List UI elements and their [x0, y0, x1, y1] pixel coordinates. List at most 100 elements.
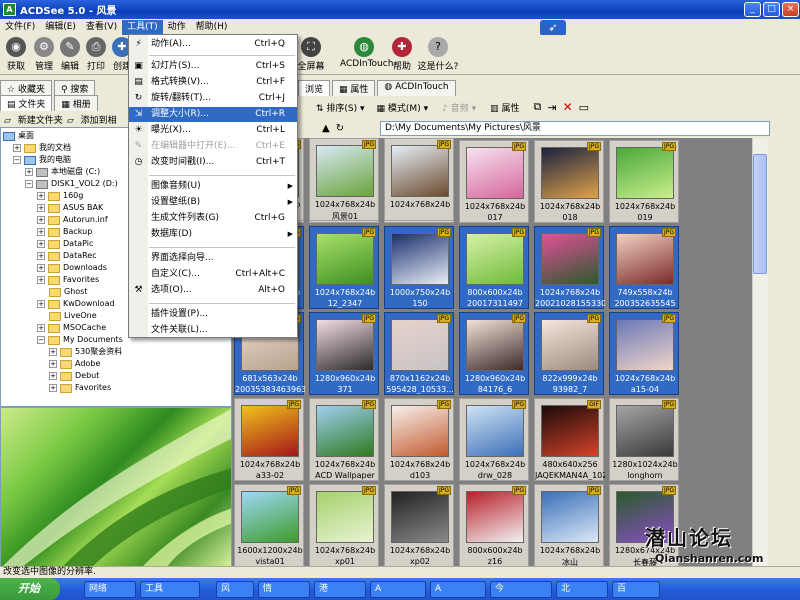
thumbnail-item[interactable]: JPG 1024x768x24b 018: [534, 140, 604, 223]
thumbnail-item[interactable]: GIF 480x640x256 JAQEKMAN4A_102: [534, 398, 605, 481]
thumbnail-item[interactable]: JPG 749x558x24b 200352635545: [609, 226, 679, 309]
thumbnail-item[interactable]: JPG 1024x768x24b xp01: [309, 484, 379, 567]
sort-button[interactable]: ⇅ 排序(S) ▾: [316, 101, 365, 114]
thumbnail-item[interactable]: JPG 1024x768x24b xp02: [384, 484, 454, 567]
scrollbar-thumb[interactable]: [753, 154, 767, 274]
thumbnail-grid[interactable]: JPG1024x768x24b014JPG1024x768x24b015JPG1…: [232, 138, 752, 570]
tree-node[interactable]: − My Documents: [37, 334, 123, 346]
tree-node[interactable]: Ghost: [49, 286, 87, 298]
thumbnail-item[interactable]: JPG 1024x768x24b: [384, 138, 454, 221]
maximize-button[interactable]: □: [763, 2, 780, 17]
expand-icon[interactable]: +: [37, 216, 45, 224]
tree-node[interactable]: + Backup: [37, 226, 92, 238]
get-button[interactable]: ◉ 获取: [2, 37, 30, 72]
taskbar-item[interactable]: 百: [612, 581, 660, 598]
collapse-icon[interactable]: −: [13, 156, 21, 164]
thumbnail-item[interactable]: JPG 1600x1200x24b vista01: [234, 484, 304, 567]
tree-node[interactable]: + Downloads: [37, 262, 107, 274]
taskbar-item[interactable]: 网络: [84, 581, 136, 598]
taskbar-item[interactable]: 风: [216, 581, 254, 598]
taskbar-item[interactable]: A: [430, 581, 486, 598]
tools-menu-item[interactable]: 自定义(C)... Ctrl+Alt+C: [129, 267, 297, 282]
tools-menu-item[interactable]: 插件设置(P)...: [129, 307, 297, 322]
expand-icon[interactable]: +: [13, 144, 21, 152]
menu-action[interactable]: 动作: [163, 20, 191, 35]
thumbnail-item[interactable]: JPG 1000x750x24b 150: [384, 226, 454, 309]
tree-node[interactable]: +160g: [37, 190, 83, 202]
whats-this-button[interactable]: ? 这是什么?: [416, 37, 460, 72]
tree-node[interactable]: − DISK1_VOL2 (D:): [25, 178, 118, 190]
menu-help[interactable]: 帮助(H): [191, 20, 233, 35]
expand-icon[interactable]: +: [49, 372, 57, 380]
collapse-icon[interactable]: −: [25, 180, 33, 188]
taskbar-item[interactable]: 今: [490, 581, 552, 598]
tools-menu-item[interactable]: 设置壁纸(B) ▶: [129, 195, 297, 210]
tree-node[interactable]: + 本地磁盘 (C:): [25, 166, 100, 178]
tree-node[interactable]: + MSOCache: [37, 322, 106, 334]
expand-icon[interactable]: +: [37, 324, 45, 332]
tools-menu-item[interactable]: ◷ 改变时间戳(I)... Ctrl+T: [129, 155, 297, 170]
expand-icon[interactable]: +: [37, 240, 45, 248]
taskbar-item[interactable]: 工具: [140, 581, 200, 598]
tools-menu-item[interactable]: 数据库(D) ▶: [129, 227, 297, 242]
thumbnail-item[interactable]: JPG 1280x960x24b 84176_6: [459, 312, 529, 395]
expand-icon[interactable]: +: [37, 192, 45, 200]
move-icon[interactable]: ⇥: [547, 101, 556, 114]
expand-icon[interactable]: +: [49, 384, 57, 392]
tab-browse[interactable]: 浏览: [298, 80, 331, 96]
expand-icon[interactable]: +: [49, 348, 57, 356]
thumbnail-item[interactable]: JPG 1024x768x24b 20021028155330: [534, 226, 605, 309]
path-input[interactable]: D:\My Documents\My Pictures\风景: [380, 121, 770, 136]
thumbnail-item[interactable]: JPG 1280x1024x24b longhorn: [609, 398, 679, 481]
refresh-icon[interactable]: ↻: [336, 123, 344, 134]
thumbnail-item[interactable]: JPG 1024x768x24b 风景01: [309, 138, 379, 221]
mode-button[interactable]: ▦ 模式(M) ▾: [377, 101, 429, 114]
tools-menu-item[interactable]: 生成文件列表(G) Ctrl+G: [129, 211, 297, 226]
tree-node[interactable]: + DataPic: [37, 238, 93, 250]
thumbnail-item[interactable]: JPG 1280x960x24b 371: [309, 312, 379, 395]
start-button[interactable]: 开始: [0, 578, 60, 600]
menu-tools[interactable]: 工具(T): [122, 19, 163, 35]
tree-node[interactable]: + Favorites: [37, 274, 99, 286]
taskbar-item[interactable]: 情: [258, 581, 310, 598]
thumbnail-item[interactable]: JPG 1024x768x24b drw_028: [459, 398, 529, 481]
help-button[interactable]: ✚ 帮助: [388, 37, 416, 72]
properties-button[interactable]: ▥ 属性: [490, 101, 519, 114]
tree-node[interactable]: + Favorites: [49, 382, 111, 394]
audio-button[interactable]: ♪ 音频 ▾: [442, 101, 476, 114]
collapse-icon[interactable]: −: [37, 336, 45, 344]
manage-button[interactable]: ⚙ 管理: [30, 37, 58, 72]
taskbar-item[interactable]: A: [370, 581, 426, 598]
tree-node[interactable]: + Debut: [49, 370, 99, 382]
thumbnail-item[interactable]: JPG 1024x768x24b d103: [384, 398, 454, 481]
tab-folders[interactable]: ▤ 文件夹: [0, 95, 53, 111]
tools-menu-item[interactable]: 图像音频(U) ▶: [129, 179, 297, 194]
tools-menu-item[interactable]: ☀ 曝光(X)... Ctrl+L: [129, 123, 297, 138]
up-folder-icon[interactable]: ▲: [322, 123, 330, 134]
minimize-button[interactable]: _: [744, 2, 761, 17]
tree-node[interactable]: + DataRec: [37, 250, 97, 262]
fullscreen-button[interactable]: ⛶ 全屏幕: [294, 37, 328, 72]
expand-icon[interactable]: +: [37, 204, 45, 212]
tree-node[interactable]: LiveOne: [49, 310, 97, 322]
thumbnail-item[interactable]: JPG 1024x768x24b ACD Wallpaper: [309, 398, 379, 481]
thumbnail-item[interactable]: JPG 1024x768x24b 019: [609, 140, 679, 223]
tools-menu-item[interactable]: ↻ 旋转/翻转(T)... Ctrl+J: [129, 91, 297, 106]
tools-menu-item[interactable]: ▤ 格式转换(V)... Ctrl+F: [129, 75, 297, 90]
tools-menu-item[interactable]: ⇲ 调整大小(R)... Ctrl+R: [129, 107, 297, 122]
tools-menu-item[interactable]: ✎ 在编辑器中打开(E)... Ctrl+E: [129, 139, 297, 154]
tree-node[interactable]: + ASUS BAK: [37, 202, 103, 214]
expand-icon[interactable]: +: [49, 360, 57, 368]
acdintouch-button[interactable]: ◍ ACDInTouch: [340, 37, 393, 69]
tools-menu-item[interactable]: 文件关联(L)...: [129, 323, 297, 338]
menu-file[interactable]: 文件(F): [0, 20, 40, 35]
menu-view[interactable]: 查看(V): [81, 20, 122, 35]
thumbnail-item[interactable]: JPG 1024x768x24b 017: [459, 140, 529, 223]
thumbnail-item[interactable]: JPG 1024x768x24b 12_2347: [309, 226, 379, 309]
thumbnail-item[interactable]: JPG 800x600x24b 20017311497: [459, 226, 529, 309]
expand-icon[interactable]: +: [25, 168, 33, 176]
tools-menu-item[interactable]: ⚡ 动作(A)... Ctrl+Q: [129, 37, 297, 52]
menu-edit[interactable]: 编辑(E): [40, 20, 81, 35]
tree-node[interactable]: +530聚会资料: [49, 346, 122, 358]
tools-menu-item[interactable]: ▣ 幻灯片(S)... Ctrl+S: [129, 59, 297, 74]
